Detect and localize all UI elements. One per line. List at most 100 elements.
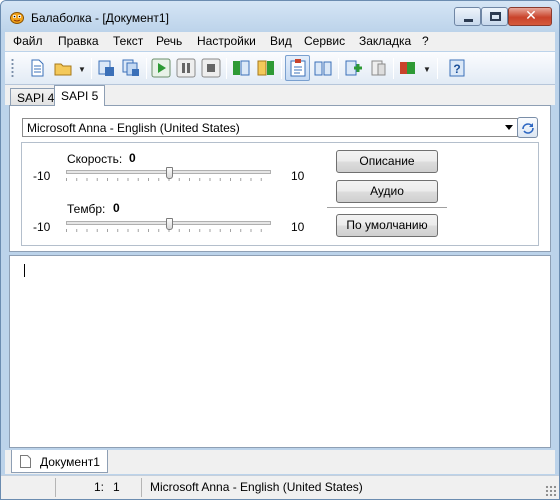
voice-dropdown-icon[interactable]: ▼ <box>423 65 431 74</box>
toolbar-separator <box>338 58 339 79</box>
menu-settings[interactable]: Настройки <box>197 34 256 48</box>
menu-tools[interactable]: Сервис <box>304 34 345 48</box>
rate-max: 10 <box>291 169 305 183</box>
voice-settings-button[interactable] <box>398 58 418 78</box>
open-folder-icon <box>54 63 72 76</box>
buttons-divider <box>327 207 447 208</box>
help-button[interactable]: ? <box>447 58 467 78</box>
play-icon <box>151 58 171 78</box>
rate-value: 0 <box>129 151 136 165</box>
toolbar-separator <box>91 58 92 79</box>
refresh-icon <box>522 123 534 134</box>
stop-button[interactable] <box>201 58 221 78</box>
remove-file-icon <box>371 60 386 76</box>
document-tab-row: Документ1 <box>5 450 555 474</box>
sapi-tab-row: SAPI 4 SAPI 5 <box>5 85 555 106</box>
pitch-slider-thumb[interactable] <box>165 218 173 230</box>
svg-text:?: ? <box>453 62 460 76</box>
rate-label: Скорость: <box>67 152 123 166</box>
toolbar-grip[interactable] <box>11 58 14 78</box>
text-caret <box>24 264 25 277</box>
rate-slider[interactable] <box>66 167 271 181</box>
save-audio-icon <box>98 60 114 76</box>
status-cell-empty <box>1 478 56 497</box>
speak-clipboard-button[interactable] <box>285 55 310 81</box>
play-button[interactable] <box>151 58 171 78</box>
toolbar: ▼ ▼ ? <box>5 52 555 85</box>
save-audio-button[interactable] <box>96 58 116 78</box>
maximize-button[interactable] <box>481 7 508 26</box>
refresh-voices-button[interactable] <box>517 117 538 138</box>
previous-button[interactable] <box>231 58 251 78</box>
text-editor[interactable] <box>9 255 551 448</box>
menu-bookmark[interactable]: Закладка <box>359 34 411 48</box>
clipboard-icon <box>290 59 306 77</box>
voice-panel: Microsoft Anna - English (United States)… <box>9 105 551 252</box>
voice-parameters-group: Скорость: 0 -10 10 Тембр: 0 -10 10 Описа… <box>21 142 539 246</box>
window-title: Балаболка - [Документ1] <box>31 11 169 25</box>
menu-view[interactable]: Вид <box>270 34 292 48</box>
stop-icon <box>201 58 221 78</box>
voice-settings-icon <box>400 62 415 74</box>
chevron-down-icon[interactable] <box>505 125 513 130</box>
status-column: 1 <box>113 480 120 494</box>
default-button[interactable]: По умолчанию <box>336 214 438 237</box>
previous-sentence-icon <box>233 60 250 76</box>
tab-sapi-5[interactable]: SAPI 5 <box>54 85 106 106</box>
voice-select[interactable]: Microsoft Anna - English (United States) <box>22 118 518 137</box>
voice-select-value: Microsoft Anna - English (United States) <box>27 121 240 135</box>
document-tab-label: Документ1 <box>40 455 100 469</box>
pitch-slider[interactable] <box>66 218 271 232</box>
pitch-min: -10 <box>33 220 51 234</box>
close-icon: ✕ <box>525 8 537 24</box>
audio-button[interactable]: Аудио <box>336 180 438 203</box>
batch-convert-icon <box>122 59 139 76</box>
toolbar-separator <box>393 58 394 79</box>
close-button[interactable]: ✕ <box>508 7 552 26</box>
open-button[interactable] <box>53 58 73 78</box>
menu-edit[interactable]: Правка <box>58 34 99 48</box>
minimize-button[interactable] <box>454 7 481 26</box>
pitch-label: Тембр: <box>67 202 106 216</box>
add-file-icon <box>345 60 362 76</box>
description-button[interactable]: Описание <box>336 150 438 173</box>
menu-text[interactable]: Текст <box>113 34 143 48</box>
menu-help[interactable]: ? <box>422 34 429 48</box>
toolbar-separator <box>281 58 282 79</box>
status-line: 1: <box>94 480 105 494</box>
application-window: Балаболка - [Документ1] ✕ Файл Правка Те… <box>0 0 560 500</box>
resize-grip[interactable] <box>545 485 556 496</box>
status-bar: 1: 1 Microsoft Anna - English (United St… <box>1 475 559 499</box>
read-aloud-button[interactable] <box>313 58 333 78</box>
status-voice: Microsoft Anna - English (United States) <box>142 478 546 497</box>
status-cursor-position: 1: 1 <box>56 478 142 497</box>
status-voice-text: Microsoft Anna - English (United States) <box>150 480 363 494</box>
book-icon <box>314 61 332 76</box>
title-bar[interactable]: Балаболка - [Документ1] ✕ <box>1 1 559 32</box>
help-icon: ? <box>449 59 465 77</box>
menu-speech[interactable]: Речь <box>156 34 182 48</box>
pause-icon <box>176 58 196 78</box>
toolbar-separator <box>437 58 438 79</box>
next-button[interactable] <box>256 58 276 78</box>
add-file-button[interactable] <box>343 58 363 78</box>
next-sentence-icon <box>257 60 274 76</box>
toolbar-separator <box>226 58 227 79</box>
remove-file-button[interactable] <box>368 58 388 78</box>
rate-min: -10 <box>33 169 51 183</box>
menu-bar: Файл Правка Текст Речь Настройки Вид Сер… <box>5 32 555 51</box>
minimize-icon <box>464 19 473 22</box>
app-logo-icon <box>10 12 24 24</box>
menu-file[interactable]: Файл <box>13 34 43 48</box>
toolbar-separator <box>146 58 147 79</box>
new-document-icon <box>31 59 44 77</box>
maximize-icon <box>490 12 501 21</box>
tab-document[interactable]: Документ1 <box>11 450 108 473</box>
pitch-value: 0 <box>113 201 120 215</box>
open-dropdown-icon[interactable]: ▼ <box>78 65 86 74</box>
batch-convert-button[interactable] <box>121 58 141 78</box>
rate-slider-thumb[interactable] <box>165 167 173 179</box>
document-icon <box>20 455 31 468</box>
new-document-button[interactable] <box>27 58 47 78</box>
pause-button[interactable] <box>176 58 196 78</box>
